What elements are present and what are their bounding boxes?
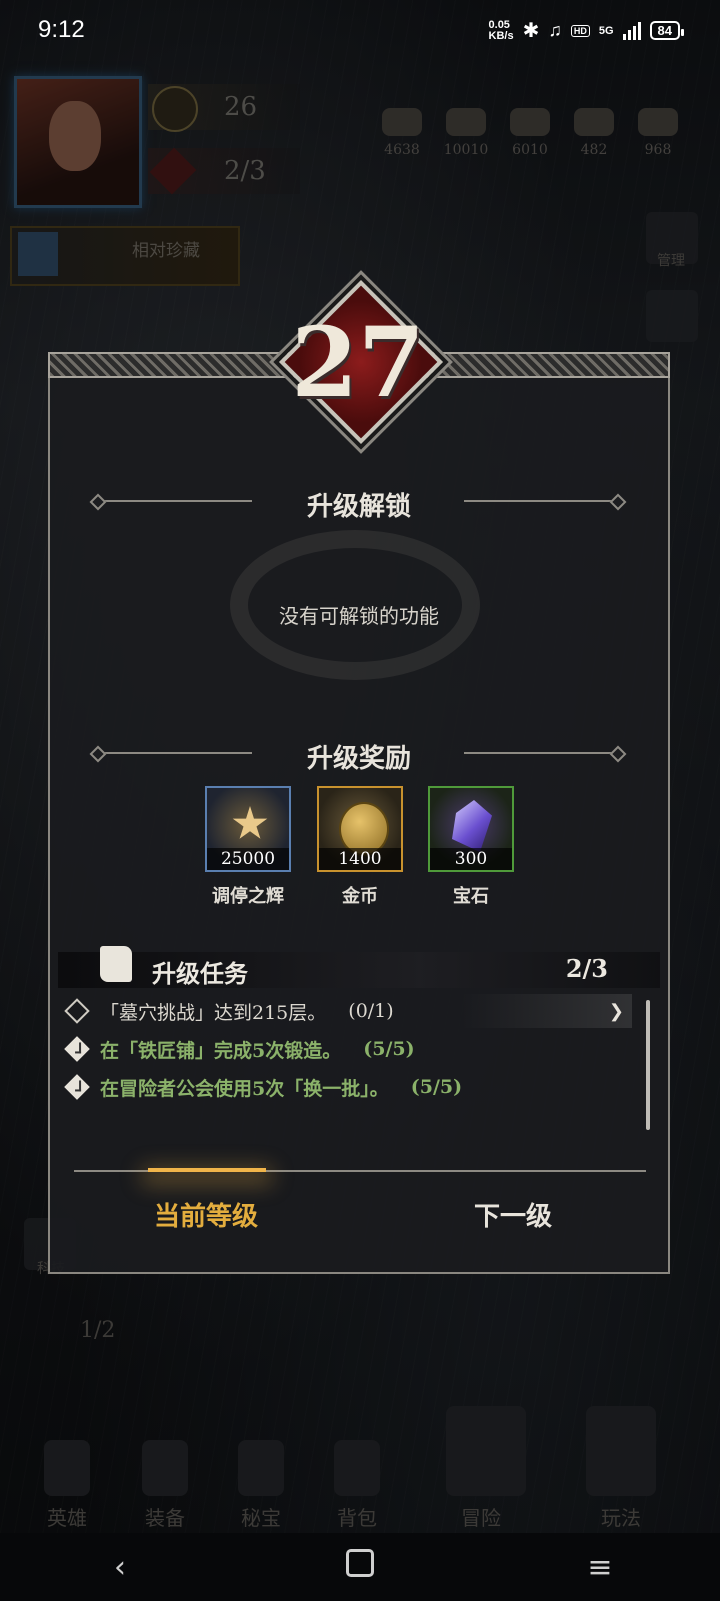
task-row[interactable]: 「墓穴挑战」达到215层。 (0/1) ❯ — [62, 994, 632, 1028]
menu-icon[interactable]: ≡ — [560, 1550, 640, 1585]
earbuds-icon: ♫ — [548, 20, 562, 40]
network-type: 5G — [598, 24, 614, 37]
reward-item[interactable]: 1400 金币 — [317, 786, 403, 908]
task-scrollbar[interactable] — [646, 1000, 650, 1130]
radiance-star-icon — [232, 806, 268, 839]
task-check-icon — [64, 1074, 90, 1100]
go-arrow-icon[interactable]: ❯ — [609, 1001, 624, 1022]
level-badge: 27 — [278, 279, 444, 445]
scroll-icon — [100, 946, 132, 982]
clock: 9:12 — [38, 16, 85, 43]
level-number: 27 — [291, 306, 425, 419]
task-row: 在「铁匠铺」完成5次锻造。 (5/5) — [62, 1032, 632, 1066]
reward-item[interactable]: 25000 调停之辉 — [205, 786, 291, 908]
task-check-icon — [64, 1036, 90, 1062]
gem-icon — [452, 800, 492, 852]
status-bar: 9:12 0.05 KB/s ✱ ♫ HD 5G 84 — [0, 0, 720, 62]
back-icon[interactable]: ‹ — [80, 1550, 160, 1585]
home-icon[interactable] — [320, 1549, 400, 1585]
system-nav-bar: ‹ ≡ — [0, 1533, 720, 1601]
task-row: 在冒险者公会使用5次「换一批」。 (5/5) — [62, 1070, 632, 1104]
reward-item[interactable]: 300 宝石 — [428, 786, 514, 908]
net-speed: 0.05 KB/s — [488, 18, 514, 42]
unlock-empty-text: 没有可解锁的功能 — [279, 604, 439, 628]
task-count: 2/3 — [565, 954, 608, 983]
reward-title: 升级奖励 — [306, 744, 411, 774]
unlock-title: 升级解锁 — [306, 492, 411, 522]
signal-icon — [622, 21, 641, 40]
hd-icon: HD — [570, 24, 590, 37]
battery-icon: 84 — [649, 21, 685, 40]
active-tab-indicator — [148, 1168, 266, 1172]
task-title: 升级任务 — [152, 959, 248, 988]
task-diamond-icon — [64, 998, 90, 1024]
tab-current-level[interactable]: 当前等级 — [154, 1196, 258, 1233]
tab-next-level[interactable]: 下一级 — [474, 1196, 552, 1233]
bluetooth-icon: ✱ — [522, 20, 540, 42]
